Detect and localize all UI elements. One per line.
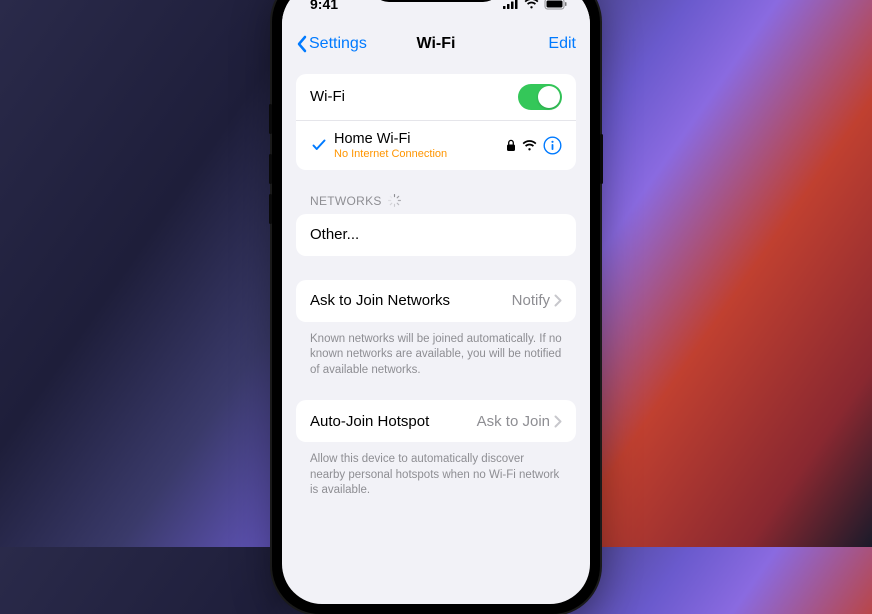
edit-button[interactable]: Edit xyxy=(548,35,576,53)
back-button[interactable]: Settings xyxy=(296,35,367,53)
connected-network-row[interactable]: Home Wi-Fi No Internet Connection xyxy=(296,120,576,170)
hotspot-value: Ask to Join xyxy=(477,413,550,430)
wifi-switch[interactable] xyxy=(518,84,562,110)
other-label: Other... xyxy=(310,226,562,243)
hotspot-label: Auto-Join Hotspot xyxy=(310,413,477,430)
spinner-icon xyxy=(388,194,401,207)
hotspot-footer: Allow this device to automatically disco… xyxy=(282,446,590,499)
ask-join-label: Ask to Join Networks xyxy=(310,292,512,309)
battery-icon xyxy=(544,0,568,10)
checkmark-icon xyxy=(310,139,328,151)
content: Wi-Fi Home Wi-Fi No Internet Connection xyxy=(282,64,590,499)
network-status: No Internet Connection xyxy=(334,148,506,160)
info-icon[interactable] xyxy=(543,136,562,155)
status-indicators xyxy=(503,0,568,10)
page-title: Wi-Fi xyxy=(417,35,456,53)
screen: 9:41 Settings Wi-Fi Edit xyxy=(282,0,590,604)
wifi-signal-icon xyxy=(522,140,537,151)
lock-icon xyxy=(506,139,516,152)
phone-frame: 9:41 Settings Wi-Fi Edit xyxy=(272,0,600,614)
ask-join-row[interactable]: Ask to Join Networks Notify xyxy=(296,280,576,322)
ask-join-group: Ask to Join Networks Notify xyxy=(296,280,576,322)
wifi-toggle-label: Wi-Fi xyxy=(310,88,518,105)
status-time: 9:41 xyxy=(310,0,338,12)
chevron-left-icon xyxy=(296,35,307,53)
chevron-right-icon xyxy=(554,415,562,428)
notch xyxy=(371,0,501,2)
hotspot-row[interactable]: Auto-Join Hotspot Ask to Join xyxy=(296,400,576,442)
wifi-icon xyxy=(524,0,539,9)
cellular-icon xyxy=(503,0,519,9)
other-network-row[interactable]: Other... xyxy=(296,214,576,256)
ask-join-value: Notify xyxy=(512,292,550,309)
networks-header: NETWORKS xyxy=(282,194,590,214)
chevron-right-icon xyxy=(554,294,562,307)
status-bar: 9:41 xyxy=(282,0,590,24)
wifi-toggle-row[interactable]: Wi-Fi xyxy=(296,74,576,120)
ask-join-footer: Known networks will be joined automatica… xyxy=(282,326,590,379)
nav-bar: Settings Wi-Fi Edit xyxy=(282,24,590,64)
networks-group: Other... xyxy=(296,214,576,256)
networks-header-label: NETWORKS xyxy=(310,194,382,208)
hotspot-group: Auto-Join Hotspot Ask to Join xyxy=(296,400,576,442)
network-name: Home Wi-Fi xyxy=(334,131,506,147)
wifi-group: Wi-Fi Home Wi-Fi No Internet Connection xyxy=(296,74,576,170)
back-label: Settings xyxy=(309,35,367,53)
